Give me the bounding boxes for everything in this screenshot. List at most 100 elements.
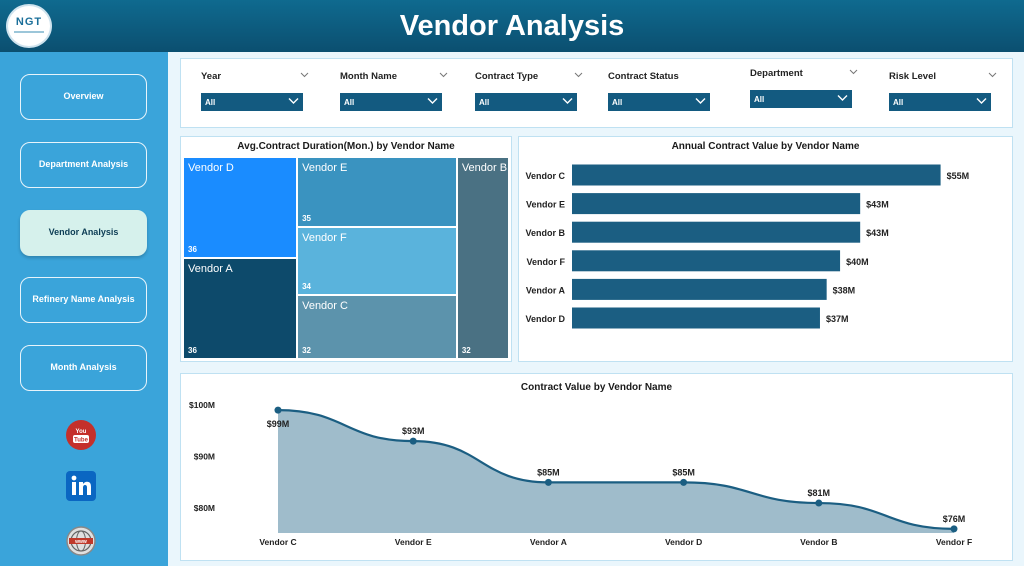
filter-department-label: Department — [750, 68, 803, 79]
area-value-label: $99M — [267, 419, 290, 429]
filter-contract-type-select[interactable]: All — [475, 93, 577, 111]
treemap-tile-label: Vendor C — [302, 300, 348, 312]
filter-month-name: Month Name All — [340, 71, 450, 111]
filter-contract-type-value: All — [479, 98, 490, 107]
treemap-tile-label: Vendor E — [302, 162, 348, 174]
filter-contract-type-chevron-icon[interactable] — [574, 72, 583, 78]
nav-department-analysis-button[interactable]: Department Analysis — [20, 142, 147, 188]
area-chart-panel: Contract Value by Vendor Name $100M $90M $… — [180, 373, 1013, 561]
x-category-label: Vendor A — [530, 537, 567, 547]
nav-month-analysis-button[interactable]: Month Analysis — [20, 345, 147, 391]
x-category-label: Vendor C — [259, 537, 296, 547]
svg-text:Tube: Tube — [74, 438, 89, 444]
area-point-vendor-d[interactable] — [680, 478, 688, 486]
treemap-tile-vendor-e[interactable]: Vendor E 35 — [297, 157, 457, 227]
bar-vendor-c[interactable] — [572, 164, 941, 186]
bar-vendor-e[interactable] — [572, 193, 861, 215]
filter-department-chevron-icon[interactable] — [849, 69, 858, 75]
nav-refinery-name-analysis-button[interactable]: Refinery Name Analysis — [20, 277, 147, 323]
area-value-label: $85M — [672, 467, 695, 477]
treemap-tile-vendor-f[interactable]: Vendor F 34 — [297, 227, 457, 295]
area-point-vendor-a[interactable] — [544, 478, 552, 486]
filter-risk-level-chevron-icon[interactable] — [988, 72, 997, 78]
treemap-tile-vendor-c[interactable]: Vendor C 32 — [297, 295, 457, 359]
area-value-label: $76M — [943, 514, 966, 524]
treemap-panel: Avg.Contract Duration(Mon.) by Vendor Na… — [180, 136, 512, 362]
header-bar: NGT Vendor Analysis — [0, 0, 1024, 52]
bar-value-label: $43M — [866, 200, 889, 210]
area-point-vendor-b[interactable] — [815, 499, 823, 507]
treemap-tile-vendor-a[interactable]: Vendor A 36 — [183, 258, 298, 359]
filter-panel: Year All Month Name All Contract Type Al… — [180, 58, 1013, 128]
x-category-label: Vendor D — [665, 537, 702, 547]
filter-year-chevron-icon[interactable] — [300, 72, 309, 78]
bar-chart-svg: Vendor C $55M Vendor E $43M Vendor B $43M Vend… — [525, 164, 969, 329]
filter-year-select[interactable]: All — [201, 93, 303, 111]
area-value-label: $81M — [808, 488, 831, 498]
bar-vendor-a[interactable] — [572, 278, 827, 300]
svg-text:You: You — [76, 429, 87, 435]
youtube-icon[interactable]: You Tube — [66, 420, 96, 450]
filter-contract-status-label: Contract Status — [608, 71, 679, 82]
filter-contract-status: Contract Status All — [608, 71, 718, 111]
bar-chart-panel: Annual Contract Value by Vendor Name Ven… — [518, 136, 1013, 362]
x-category-label: Vendor F — [936, 537, 972, 547]
filter-contract-status-value: All — [612, 98, 623, 107]
treemap-tile-label: Vendor F — [302, 232, 347, 244]
nav-overview-button[interactable]: Overview — [20, 74, 147, 120]
filter-month-name-value: All — [344, 98, 355, 107]
filter-month-name-select[interactable]: All — [340, 93, 442, 111]
bar-vendor-d[interactable] — [572, 307, 820, 329]
filter-contract-status-select[interactable]: All — [608, 93, 710, 111]
bar-vendor-f[interactable] — [572, 250, 841, 272]
treemap-tile-label: Vendor B — [461, 162, 508, 174]
filter-risk-level-value: All — [893, 98, 904, 107]
area-value-label: $85M — [537, 467, 560, 477]
filter-year-label: Year — [201, 71, 222, 82]
y-tick-label: $90M — [194, 452, 215, 462]
y-tick-label: $80M — [194, 503, 215, 513]
svg-text:www: www — [74, 539, 87, 545]
y-tick-label: $100M — [189, 400, 215, 410]
filter-month-name-chevron-icon[interactable] — [439, 72, 448, 78]
treemap-tile-vendor-d[interactable]: Vendor D 36 — [183, 157, 298, 258]
filter-risk-level: Risk Level All — [889, 71, 999, 111]
area-chart-svg: $100M $90M $80M $99M Vendor C $93M Vendor E $85… — [189, 400, 972, 547]
filter-year: Year All — [201, 71, 311, 111]
bar-category-label: Vendor C — [525, 171, 565, 181]
page-title: Vendor Analysis — [399, 10, 625, 42]
treemap-tile-value: 36 — [188, 245, 197, 254]
area-fill — [278, 410, 954, 533]
treemap-title: Avg.Contract Duration(Mon.) by Vendor Na… — [237, 141, 455, 152]
main-content: Year All Month Name All Contract Type Al… — [168, 52, 1024, 566]
treemap-tile-label: Vendor A — [188, 263, 233, 275]
treemap-tile-value: 35 — [302, 214, 311, 223]
treemap-tile-value: 32 — [302, 346, 311, 355]
area-point-vendor-e[interactable] — [409, 437, 417, 445]
chevron-down-icon — [695, 98, 706, 104]
bar-category-label: Vendor D — [525, 314, 565, 324]
treemap-chart: Vendor D 36 Vendor A 36 Vendor E 35 Vendor F 34… — [183, 157, 509, 359]
bar-vendor-b[interactable] — [572, 221, 861, 243]
filter-contract-type: Contract Type All — [475, 71, 585, 111]
filter-risk-level-select[interactable]: All — [889, 93, 991, 111]
bar-category-label: Vendor B — [525, 228, 565, 238]
x-category-label: Vendor B — [800, 537, 837, 547]
area-value-label: $93M — [402, 426, 425, 436]
treemap-tile-label: Vendor D — [188, 162, 234, 174]
bar-value-label: $40M — [846, 257, 869, 267]
filter-department-select[interactable]: All — [750, 90, 852, 108]
filter-month-name-label: Month Name — [340, 71, 397, 82]
chevron-down-icon — [288, 98, 299, 104]
bar-category-label: Vendor A — [526, 285, 566, 295]
treemap-tile-vendor-b[interactable]: Vendor B 32 — [456, 157, 509, 359]
linkedin-icon[interactable] — [66, 471, 96, 501]
area-point-vendor-c[interactable] — [274, 406, 282, 414]
chevron-down-icon — [427, 98, 438, 104]
globe-www-icon[interactable]: www — [66, 526, 96, 556]
area-point-vendor-f[interactable] — [950, 525, 958, 533]
nav-vendor-analysis-button[interactable]: Vendor Analysis — [20, 210, 147, 256]
chevron-down-icon — [837, 95, 848, 101]
filter-contract-type-label: Contract Type — [475, 71, 539, 82]
treemap-tile-value: 32 — [461, 346, 471, 355]
